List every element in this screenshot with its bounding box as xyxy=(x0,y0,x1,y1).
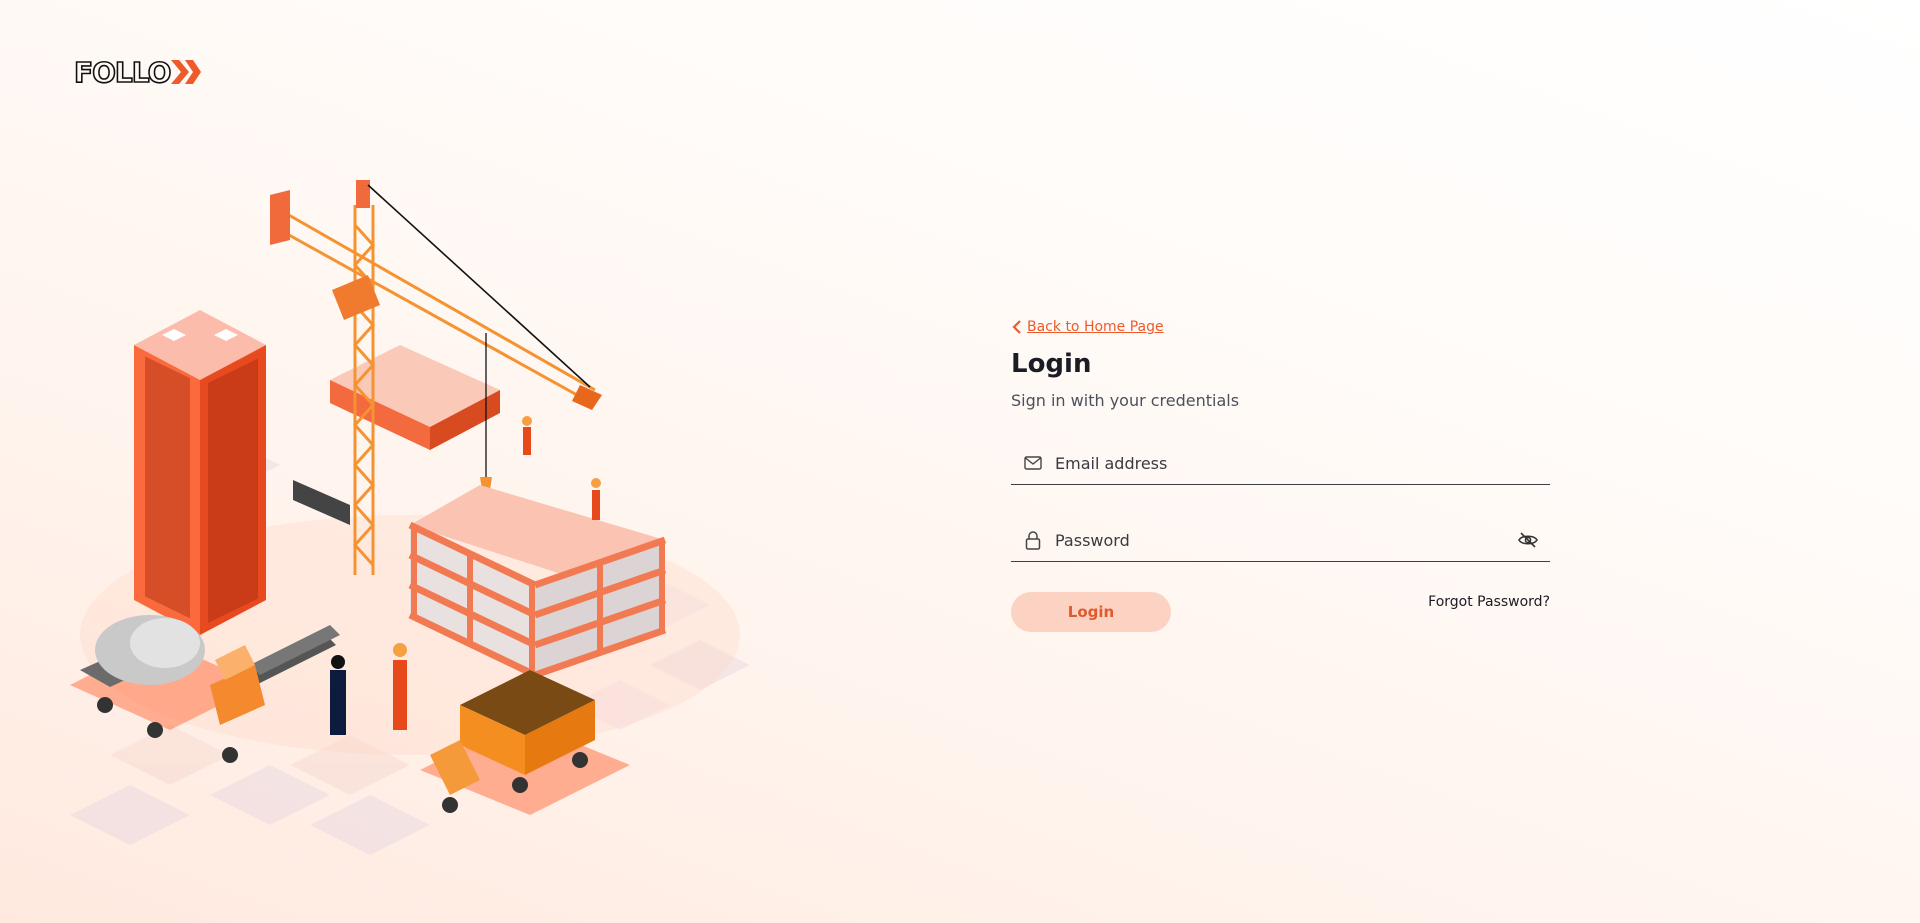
email-field xyxy=(1011,442,1550,485)
forgot-password-link[interactable]: Forgot Password? xyxy=(1428,594,1550,610)
login-panel: Back to Home Page Login Sign in with you… xyxy=(1011,316,1550,632)
svg-text:FOLLO: FOLLO xyxy=(74,56,171,88)
email-input[interactable] xyxy=(1053,447,1550,479)
back-to-home-link[interactable]: Back to Home Page xyxy=(1011,316,1550,338)
lock-icon xyxy=(1023,530,1043,550)
construction-illustration xyxy=(50,165,810,885)
back-link-label: Back to Home Page xyxy=(1027,319,1164,335)
page-title: Login xyxy=(1011,349,1092,379)
password-input[interactable] xyxy=(1053,524,1516,556)
page-subtitle: Sign in with your credentials xyxy=(1011,391,1240,410)
password-field xyxy=(1011,519,1550,562)
chevron-left-icon xyxy=(1012,320,1021,334)
login-button[interactable]: Login xyxy=(1011,592,1171,632)
form-actions: Login Forgot Password? xyxy=(1011,592,1550,632)
envelope-icon xyxy=(1023,453,1043,473)
brand-logo[interactable]: FOLLO xyxy=(73,55,202,90)
eye-slash-icon[interactable] xyxy=(1516,528,1540,552)
follo-logo-icon: FOLLO xyxy=(73,55,201,90)
